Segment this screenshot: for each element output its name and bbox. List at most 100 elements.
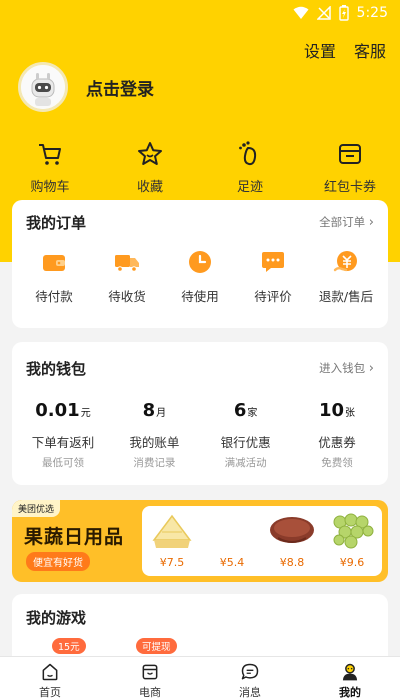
wallet-name: 银行优惠 [220, 435, 271, 450]
wallet-rebate[interactable]: 0.01元 下单有返利 最低可领 [18, 400, 108, 470]
tab-label: 首页 [39, 686, 61, 699]
status-time: 5:25 [356, 5, 388, 21]
wallet-value: 0.01 [35, 400, 80, 421]
quick-link-footprints[interactable]: 足迹 [210, 140, 290, 195]
bottom-tab-bar: 首页 电商 消息 我的 [0, 656, 400, 700]
banner-good[interactable]: ¥5.4 [203, 510, 261, 576]
tab-home[interactable]: 首页 [15, 657, 85, 700]
order-to-review[interactable]: 待评价 [237, 248, 309, 305]
meat-icon [270, 517, 314, 543]
good-price: ¥5.4 [219, 556, 245, 569]
order-pending-payment[interactable]: 待付款 [18, 248, 90, 305]
promo-banner[interactable]: 美团优选 果蔬日用品 便宜有好货 ¥7.5 ¥5.4 ¥8.8 ¥9.6 [12, 500, 388, 582]
wallet-card: 我的钱包 进入钱包 › 0.01元 下单有返利 最低可领 8月 我的账单 消费记… [12, 342, 388, 485]
wallet-unit: 月 [156, 408, 167, 419]
enter-wallet-link[interactable]: 进入钱包 › [319, 360, 374, 376]
quick-link-favorites[interactable]: 收藏 [110, 140, 190, 195]
wallet-value: 6 [233, 400, 247, 421]
soap-icon [220, 524, 244, 550]
status-bar: 5:25 [0, 0, 400, 26]
order-to-use[interactable]: 待使用 [164, 248, 236, 305]
battery-icon [338, 5, 349, 21]
cake-icon [152, 514, 192, 548]
star-icon [138, 142, 162, 165]
order-label: 待使用 [181, 289, 219, 304]
profile-icon [342, 663, 358, 681]
game-badge: 15元 [52, 638, 86, 654]
top-links: 设置 客服 [304, 38, 386, 62]
tab-label: 电商 [139, 686, 161, 699]
wallet-sub: 免费领 [321, 457, 353, 469]
cart-icon [39, 144, 61, 165]
tab-label: 消息 [239, 686, 261, 699]
wallet-bank-offers[interactable]: 6家 银行优惠 满减活动 [201, 400, 291, 470]
truck-icon [115, 255, 139, 272]
banner-goods: ¥7.5 ¥5.4 ¥8.8 ¥9.6 [142, 506, 382, 576]
wallet-name: 优惠券 [318, 435, 356, 450]
avatar[interactable] [18, 62, 68, 112]
chevron-right-icon: › [368, 361, 374, 376]
wallet-icon [43, 255, 65, 271]
tab-shop[interactable]: 电商 [115, 657, 185, 700]
wallet-bill[interactable]: 8月 我的账单 消费记录 [109, 400, 199, 470]
coupon-icon [339, 144, 361, 164]
banner-good[interactable]: ¥8.8 [263, 510, 321, 576]
comment-icon [262, 252, 284, 272]
wallet-sub: 满减活动 [224, 457, 267, 469]
order-label: 退款/售后 [318, 289, 374, 304]
quick-link-cart[interactable]: 购物车 [10, 140, 90, 195]
quick-link-label: 足迹 [236, 180, 263, 195]
order-label: 待收货 [108, 289, 146, 304]
all-orders-link[interactable]: 全部订单 › [319, 214, 374, 230]
wallet-sub: 消费记录 [133, 457, 176, 469]
all-orders-label: 全部订单 [319, 215, 366, 229]
orders-title: 我的订单 [26, 213, 87, 232]
grape-icon [333, 513, 374, 549]
games-title: 我的游戏 [26, 608, 87, 627]
order-pending-receipt[interactable]: 待收货 [91, 248, 163, 305]
quick-link-label: 购物车 [30, 180, 70, 195]
game-badge: 可提现 [136, 638, 177, 654]
login-prompt[interactable]: 点击登录 [86, 75, 154, 100]
customer-service-link[interactable]: 客服 [354, 38, 386, 62]
order-label: 待评价 [254, 289, 292, 304]
wallet-name: 下单有返利 [31, 435, 95, 450]
order-refund[interactable]: 退款/售后 [310, 248, 382, 305]
banner-good[interactable]: ¥7.5 [143, 510, 201, 576]
wifi-icon [293, 6, 309, 19]
good-price: ¥7.5 [159, 556, 185, 569]
good-price: ¥9.6 [339, 556, 365, 569]
settings-link[interactable]: 设置 [304, 38, 336, 62]
tab-profile[interactable]: 我的 [315, 657, 385, 700]
tab-label: 我的 [339, 686, 361, 699]
banner-good[interactable]: ¥9.6 [323, 510, 381, 576]
shop-icon [142, 664, 158, 680]
good-price: ¥8.8 [279, 556, 305, 569]
no-signal-icon [316, 6, 331, 20]
enter-wallet-label: 进入钱包 [319, 361, 366, 375]
wallet-unit: 家 [247, 408, 258, 419]
profile-area[interactable]: 点击登录 [18, 62, 154, 112]
orders-card: 我的订单 全部订单 › 待付款 待收货 待使用 待评价 退款/售后 [12, 200, 388, 328]
quick-link-label: 收藏 [136, 180, 163, 195]
refund-icon [333, 251, 357, 272]
quick-links: 购物车 收藏 足迹 红包卡券 [0, 140, 400, 195]
wallet-title: 我的钱包 [26, 359, 87, 378]
tab-messages[interactable]: 消息 [215, 657, 285, 700]
wallet-sub: 最低可领 [42, 457, 84, 469]
message-icon [241, 663, 259, 680]
chevron-right-icon: › [368, 215, 374, 230]
wallet-name: 我的账单 [129, 435, 180, 450]
home-icon [42, 663, 58, 681]
robot-avatar-icon [21, 65, 65, 109]
clock-icon [189, 251, 211, 273]
banner-subtitle: 便宜有好货 [26, 552, 90, 571]
wallet-value: 10 [318, 400, 345, 421]
wallet-coupons[interactable]: 10张 优惠券 免费领 [292, 400, 382, 470]
wallet-value: 8 [142, 400, 156, 421]
wallet-unit: 元 [80, 408, 91, 419]
wallet-unit: 张 [345, 408, 356, 419]
banner-title: 果蔬日用品 [24, 526, 125, 548]
quick-link-label: 红包卡券 [323, 180, 376, 195]
quick-link-coupons[interactable]: 红包卡券 [310, 140, 390, 195]
